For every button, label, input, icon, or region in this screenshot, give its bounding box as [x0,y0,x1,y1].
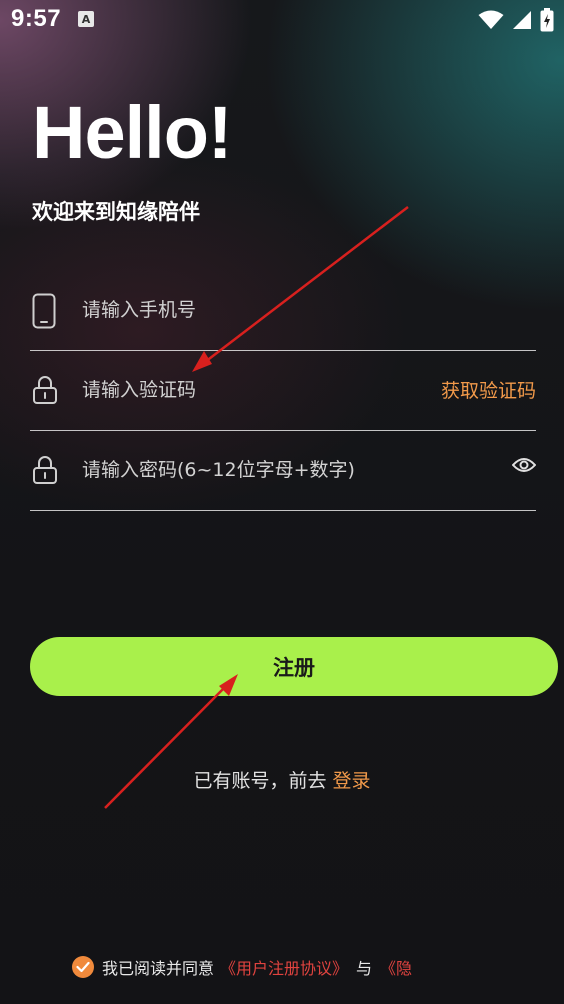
phone-input[interactable] [80,294,424,326]
welcome-subtitle: 欢迎来到知缘陪伴 [32,200,200,224]
greeting-title: Hello! [32,91,233,174]
get-code-button[interactable]: 获取验证码 [441,376,536,403]
has-account-text: 已有账号，前去 [193,770,333,792]
user-agreement-link[interactable]: 《用户注册协议》 [220,955,348,979]
check-icon [76,961,90,973]
battery-icon [540,8,554,32]
phone-field [30,270,536,351]
register-button[interactable]: 注册 [30,637,558,696]
lock-icon [33,376,57,404]
verification-code-input[interactable] [80,374,424,406]
verification-code-field: 获取验证码 [30,350,536,431]
smartphone-icon [32,293,56,329]
password-field [30,430,536,511]
agreement-checkbox[interactable] [72,956,94,978]
agreement-line: 我已阅读并同意 《用户注册协议》 与 《隐 [72,955,412,979]
agreement-conjunction: 与 [356,959,373,978]
privacy-policy-link[interactable]: 《隐 [380,955,412,979]
eye-icon[interactable] [512,456,536,474]
signal-icon [513,11,531,29]
status-icons [478,8,554,32]
wifi-icon [478,10,504,29]
login-prompt: 已有账号，前去 登录 [0,766,564,793]
agreement-prefix: 我已阅读并同意 [102,959,215,978]
login-link[interactable]: 登录 [333,770,371,792]
lock-icon [33,456,57,484]
password-input[interactable] [80,454,484,486]
status-time: 9:57 [11,5,62,32]
notification-icon: A [78,11,94,27]
